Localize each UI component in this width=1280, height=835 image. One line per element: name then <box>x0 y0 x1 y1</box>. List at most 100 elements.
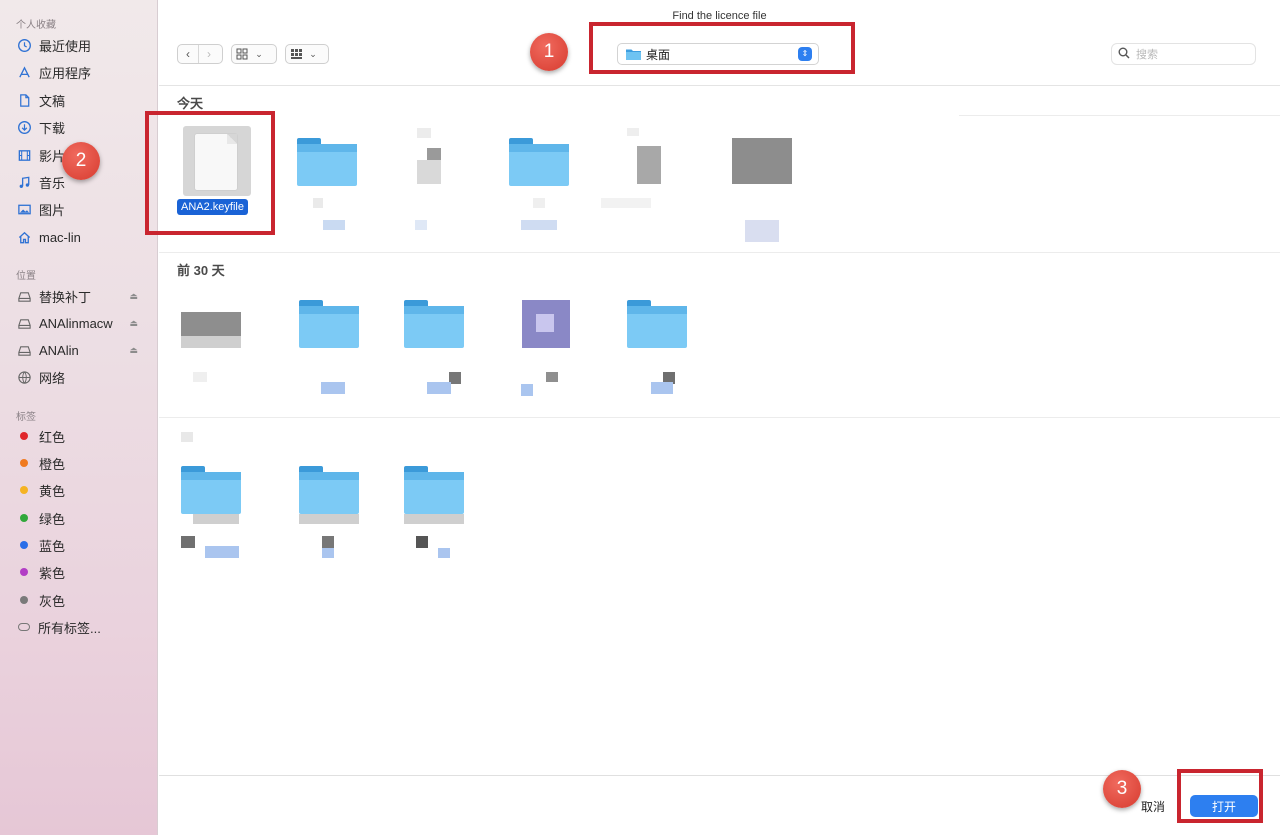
obscured-icon[interactable] <box>404 514 464 524</box>
sidebar-item-label: 橙色 <box>39 456 66 472</box>
sidebar-item-tag-red[interactable]: 红色 <box>16 425 146 447</box>
obscured-label <box>323 220 345 230</box>
photo-icon <box>16 201 32 217</box>
sidebar-item-label: 应用程序 <box>39 65 92 81</box>
obscured-label <box>181 536 195 548</box>
eject-icon[interactable]: ⏏ <box>129 291 138 302</box>
obscured-label <box>322 548 334 558</box>
back-button[interactable]: ‹ <box>178 45 199 63</box>
folder-icon[interactable] <box>627 300 687 348</box>
document-icon <box>16 92 32 108</box>
obscured-label <box>321 382 345 394</box>
sidebar-item-network[interactable]: 网络 <box>16 366 146 388</box>
obscured-icon[interactable] <box>299 514 359 524</box>
disk-icon <box>16 342 32 358</box>
folder-icon[interactable] <box>299 466 359 514</box>
window-title: Find the licence file <box>672 10 767 22</box>
obscured-icon[interactable] <box>732 138 792 184</box>
obscured-header <box>181 432 193 442</box>
sidebar-item-label: 网络 <box>39 370 66 386</box>
group-grid-icon <box>286 48 306 60</box>
obscured-label <box>427 382 451 394</box>
gray-dot-icon <box>20 596 28 604</box>
search-icon <box>1118 47 1130 62</box>
chevron-down-icon: ⌄ <box>309 48 317 59</box>
obscured-label <box>601 198 651 208</box>
forward-button[interactable]: › <box>199 45 219 63</box>
obscured-label <box>521 220 557 230</box>
annotation-step-3: 3 <box>1103 770 1141 808</box>
sidebar-item-label: 黄色 <box>39 483 66 499</box>
disk-icon <box>16 288 32 304</box>
obscured-icon[interactable] <box>427 148 441 160</box>
sidebar-item-tag-orange[interactable]: 橙色 <box>16 452 146 474</box>
search-field[interactable]: 搜索 <box>1111 43 1256 65</box>
annotation-step-2: 2 <box>62 142 100 180</box>
sidebar-item-tag-yellow[interactable]: 黄色 <box>16 479 146 501</box>
folder-icon[interactable] <box>299 300 359 348</box>
sidebar-item-label: ANAlinmacw <box>39 315 113 331</box>
obscured-icon[interactable] <box>417 128 431 138</box>
sidebar-item-label: ANAlin <box>39 342 79 358</box>
sidebar-item-label: 绿色 <box>39 511 66 527</box>
sidebar-item-pictures[interactable]: 图片 <box>16 198 146 220</box>
yellow-dot-icon <box>20 486 28 494</box>
obscured-label <box>415 220 427 230</box>
grid-view-icon <box>232 48 252 60</box>
clock-icon <box>16 37 32 53</box>
obscured-label <box>438 548 450 558</box>
sidebar-item-tag-green[interactable]: 绿色 <box>16 507 146 529</box>
file-browser: Find the licence file ‹ › ⌄ ⌄ 桌面 ⇕ 搜索 今天… <box>159 0 1280 835</box>
sidebar-item-label: 下载 <box>39 120 66 136</box>
eject-icon[interactable]: ⏏ <box>129 345 138 356</box>
all-tags-icon <box>18 623 30 631</box>
folder-icon[interactable] <box>404 300 464 348</box>
sidebar-item-label: 最近使用 <box>39 38 92 54</box>
music-note-icon <box>16 174 32 190</box>
chevron-down-icon: ⌄ <box>255 48 263 59</box>
folder-icon[interactable] <box>509 138 569 186</box>
sidebar-item-label: 蓝色 <box>39 538 66 554</box>
sidebar-item-home[interactable]: mac-lin <box>16 226 146 248</box>
group-header-today: 今天 <box>177 96 204 111</box>
tags-header: 标签 <box>16 412 36 423</box>
obscured-label <box>416 536 428 548</box>
sidebar-item-tag-purple[interactable]: 紫色 <box>16 561 146 583</box>
home-icon <box>16 229 32 245</box>
sidebar-item-location-analinmacw[interactable]: ANAlinmacw ⏏ <box>16 312 146 334</box>
sidebar-item-tag-gray[interactable]: 灰色 <box>16 589 146 611</box>
sidebar-item-downloads[interactable]: 下载 <box>16 116 146 138</box>
eject-icon[interactable]: ⏏ <box>129 318 138 329</box>
obscured-icon[interactable] <box>181 336 241 348</box>
sidebar-item-documents[interactable]: 文稿 <box>16 89 146 111</box>
sidebar-item-tag-blue[interactable]: 蓝色 <box>16 534 146 556</box>
obscured-label <box>193 372 207 382</box>
obscured-icon[interactable] <box>417 160 441 184</box>
download-icon <box>16 119 32 135</box>
sidebar-item-label: 所有标签... <box>38 620 101 636</box>
folder-icon[interactable] <box>404 466 464 514</box>
blue-dot-icon <box>20 541 28 549</box>
folder-icon[interactable] <box>181 466 241 514</box>
sidebar-item-location-patch[interactable]: 替换补丁 ⏏ <box>16 285 146 307</box>
folder-icon[interactable] <box>297 138 357 186</box>
sidebar-item-location-analin[interactable]: ANAlin ⏏ <box>16 339 146 361</box>
sidebar-item-label: 红色 <box>39 429 66 445</box>
row-divider <box>159 252 1280 253</box>
view-mode-button[interactable]: ⌄ <box>231 44 277 64</box>
group-by-button[interactable]: ⌄ <box>285 44 329 64</box>
red-dot-icon <box>20 432 28 440</box>
obscured-label <box>533 198 545 208</box>
sidebar-item-recents[interactable]: 最近使用 <box>16 34 146 56</box>
obscured-label <box>322 536 334 548</box>
sidebar-item-applications[interactable]: 应用程序 <box>16 61 146 83</box>
locations-header: 位置 <box>16 271 36 282</box>
obscured-icon[interactable] <box>193 514 239 524</box>
obscured-icon[interactable] <box>627 128 639 136</box>
row-divider <box>959 115 1280 116</box>
film-icon <box>16 147 32 163</box>
obscured-icon[interactable] <box>536 314 554 332</box>
obscured-label <box>546 372 558 382</box>
obscured-icon[interactable] <box>637 146 661 184</box>
sidebar-item-all-tags[interactable]: 所有标签... <box>16 616 146 638</box>
